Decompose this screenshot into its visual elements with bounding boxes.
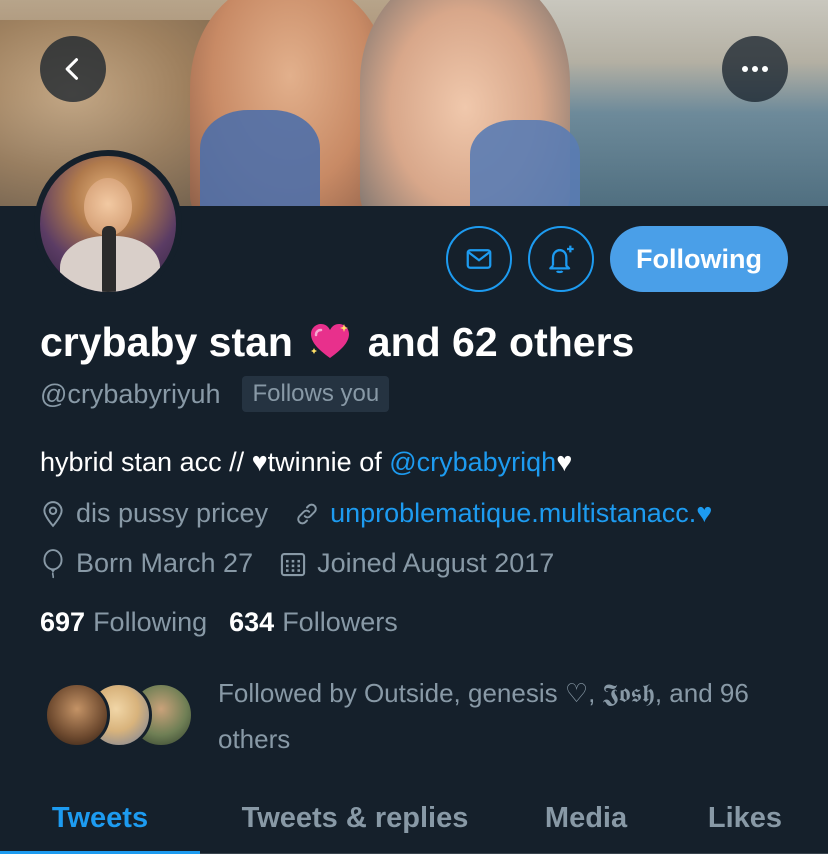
followers-count-link[interactable]: 634 Followers xyxy=(229,607,398,638)
display-name-part1: crybaby stan xyxy=(40,319,293,365)
birthday-item: Born March 27 xyxy=(40,548,253,579)
profile-tabs: Tweets Tweets & replies Media Likes xyxy=(0,782,828,854)
tab-media[interactable]: Media xyxy=(510,782,662,854)
more-horizontal-icon xyxy=(742,66,768,72)
link-icon xyxy=(297,503,317,524)
tab-tweets[interactable]: Tweets xyxy=(0,782,200,854)
handle-row: @crybabyriyuh Follows you xyxy=(40,376,390,412)
website-item[interactable]: unproblematique.multistanacc. ♥ xyxy=(294,498,712,529)
tab-tweets-label: Tweets xyxy=(51,801,149,834)
notifications-button[interactable] xyxy=(528,226,594,292)
following-count: 697 xyxy=(40,607,86,637)
display-name-part2: and 62 others xyxy=(367,319,635,365)
location-item: dis pussy pricey xyxy=(40,498,268,529)
followed-by-avatars xyxy=(44,682,194,750)
following-count-link[interactable]: 697 Following xyxy=(40,607,207,638)
bio-mid: twinnie of xyxy=(267,447,390,477)
tab-tweets-replies[interactable]: Tweets & replies xyxy=(200,782,510,854)
follows-you-badge: Follows you xyxy=(242,376,390,412)
display-name: crybaby stan and 62 others xyxy=(40,316,634,368)
profile-bio: hybrid stan acc // ♥twinnie of @crybabyr… xyxy=(40,444,572,480)
follower-avatar xyxy=(44,682,110,748)
profile-meta-row-1: dis pussy pricey unproblematique.multist… xyxy=(40,498,738,529)
sparkling-heart-icon xyxy=(311,324,350,358)
birthday-text: Born March 27 xyxy=(76,548,254,578)
bell-plus-icon xyxy=(549,245,574,274)
mail-icon xyxy=(466,249,492,269)
website-heart: ♥ xyxy=(696,498,713,528)
tab-likes[interactable]: Likes xyxy=(662,782,828,854)
location-text: dis pussy pricey xyxy=(76,498,269,528)
following-count-label: Following xyxy=(93,607,208,637)
balloon-icon xyxy=(43,548,63,578)
followed-by-row[interactable]: Followed by Outside, genesis ♡, 𝕵𝖔𝖘𝖍, an… xyxy=(40,670,800,766)
bio-heart-1: ♥ xyxy=(251,447,268,477)
chevron-left-icon xyxy=(65,58,79,80)
joined-text: Joined August 2017 xyxy=(317,548,555,578)
followed-by-text: Followed by Outside, genesis ♡, 𝕵𝖔𝖘𝖍, an… xyxy=(218,678,749,754)
tab-tweets-replies-label: Tweets & replies xyxy=(241,801,469,834)
banner-dress-left xyxy=(200,110,320,206)
bio-heart-2: ♥ xyxy=(556,447,573,477)
location-pin-icon xyxy=(43,500,63,527)
tab-media-label: Media xyxy=(544,801,628,834)
message-button[interactable] xyxy=(446,226,512,292)
bio-mention-link[interactable]: @crybabyriqh xyxy=(389,447,556,477)
follow-counts: 697 Following 634 Followers xyxy=(40,607,420,638)
followers-count: 634 xyxy=(229,607,275,637)
followers-count-label: Followers xyxy=(282,607,398,637)
user-handle: @crybabyriyuh xyxy=(40,378,221,409)
website-link[interactable]: unproblematique.multistanacc. xyxy=(330,498,696,529)
avatar-microphone xyxy=(102,226,116,292)
profile-meta-row-2: Born March 27 Joined August 2017 xyxy=(40,548,580,579)
profile-avatar[interactable] xyxy=(34,150,182,298)
bio-prefix: hybrid stan acc // xyxy=(40,447,252,477)
tab-likes-label: Likes xyxy=(707,801,783,834)
calendar-icon xyxy=(280,552,306,576)
banner-dress-right xyxy=(470,120,580,206)
joined-item: Joined August 2017 xyxy=(279,548,554,579)
more-options-button[interactable] xyxy=(722,36,788,102)
back-button[interactable] xyxy=(40,36,106,102)
following-button[interactable]: Following xyxy=(610,226,788,292)
